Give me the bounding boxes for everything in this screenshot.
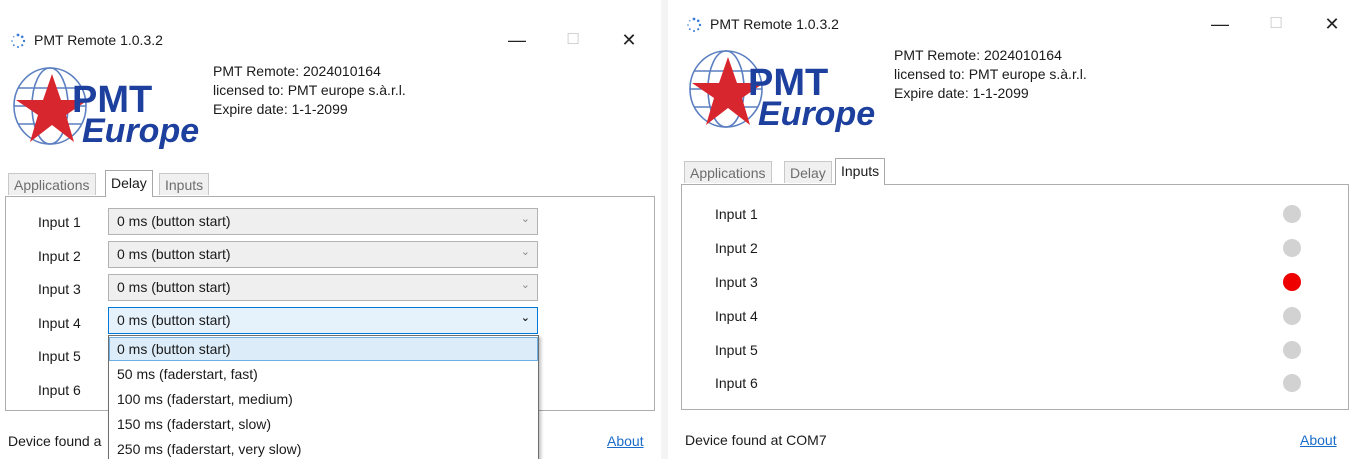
status-led-icon <box>1283 273 1301 291</box>
tab-delay[interactable]: Delay <box>105 170 153 197</box>
license-owner: licensed to: PMT europe s.à.r.l. <box>213 82 406 98</box>
delay-label-input-5: Input 5 <box>38 348 81 364</box>
license-serial: PMT Remote: 2024010164 <box>894 47 1062 63</box>
license-serial: PMT Remote: 2024010164 <box>213 63 381 79</box>
delay-select-value: 0 ms (button start) <box>117 279 231 295</box>
delay-select-value: 0 ms (button start) <box>117 246 231 262</box>
dropdown-option[interactable]: 0 ms (button start) <box>109 337 538 361</box>
delay-label-input-1: Input 1 <box>38 214 81 230</box>
tab-applications[interactable]: Applications <box>684 161 772 183</box>
status-led-icon <box>1283 374 1301 392</box>
delay-select-value: 0 ms (button start) <box>117 213 231 229</box>
right-window: PMT Remote 1.0.3.2 — ☐ ✕ PMT Europe PMT … <box>668 0 1362 459</box>
title-bar[interactable]: PMT Remote 1.0.3.2 — ☐ ✕ <box>668 0 1362 40</box>
chevron-down-icon: ⌄ <box>520 279 530 291</box>
license-info: PMT Remote: 2024010164 licensed to: PMT … <box>894 46 1087 103</box>
tab-inputs[interactable]: Inputs <box>835 158 886 185</box>
minimize-icon[interactable]: — <box>494 24 540 56</box>
input-label-2: Input 2 <box>715 240 758 256</box>
tab-applications[interactable]: Applications <box>8 173 96 195</box>
delay-label-input-6: Input 6 <box>38 382 81 398</box>
close-icon[interactable]: ✕ <box>606 24 652 56</box>
dropdown-option[interactable]: 250 ms (faderstart, very slow) <box>109 437 538 459</box>
chevron-down-icon: ⌄ <box>520 246 530 258</box>
delay-select-input-2[interactable]: 0 ms (button start) ⌄ <box>108 241 538 268</box>
tab-strip: Applications Delay Inputs <box>684 158 1344 185</box>
input-label-1: Input 1 <box>715 206 758 222</box>
delay-select-input-3[interactable]: 0 ms (button start) ⌄ <box>108 274 538 301</box>
status-led-icon <box>1283 341 1301 359</box>
left-window: PMT Remote 1.0.3.2 — ☐ ✕ PMT Europe PMT … <box>0 0 661 459</box>
title-bar[interactable]: PMT Remote 1.0.3.2 — ☐ ✕ <box>0 0 661 50</box>
dropdown-option[interactable]: 100 ms (faderstart, medium) <box>109 387 538 411</box>
license-expire: Expire date: 1-1-2099 <box>894 85 1029 101</box>
app-loading-icon <box>687 17 702 32</box>
window-title: PMT Remote 1.0.3.2 <box>710 16 839 32</box>
minimize-icon[interactable]: — <box>1197 8 1243 40</box>
delay-select-input-1[interactable]: 0 ms (button start) ⌄ <box>108 208 538 235</box>
device-status: Device found at COM7 <box>685 432 827 448</box>
input-label-4: Input 4 <box>715 308 758 324</box>
maximize-icon[interactable]: ☐ <box>1253 8 1299 40</box>
delay-label-input-4: Input 4 <box>38 315 81 331</box>
delay-select-input-4[interactable]: 0 ms (button start) ⌄ <box>108 307 538 334</box>
input-label-3: Input 3 <box>715 274 758 290</box>
app-loading-icon <box>11 33 26 48</box>
delay-label-input-2: Input 2 <box>38 248 81 264</box>
window-gap <box>661 0 668 459</box>
dropdown-option[interactable]: 50 ms (faderstart, fast) <box>109 362 538 386</box>
inputs-panel <box>681 184 1349 410</box>
license-owner: licensed to: PMT europe s.à.r.l. <box>894 66 1087 82</box>
status-led-icon <box>1283 239 1301 257</box>
tab-strip: Applications Delay Inputs <box>8 170 648 197</box>
logo-text-europe: Europe <box>758 95 875 133</box>
close-icon[interactable]: ✕ <box>1309 8 1355 40</box>
delay-label-input-3: Input 3 <box>38 281 81 297</box>
dropdown-option[interactable]: 150 ms (faderstart, slow) <box>109 412 538 436</box>
delay-dropdown-list: 0 ms (button start) 50 ms (faderstart, f… <box>108 335 539 459</box>
about-link[interactable]: About <box>607 433 644 449</box>
input-label-5: Input 5 <box>715 342 758 358</box>
window-title: PMT Remote 1.0.3.2 <box>34 32 163 48</box>
status-led-icon <box>1283 307 1301 325</box>
chevron-down-icon: ⌄ <box>520 213 530 225</box>
license-expire: Expire date: 1-1-2099 <box>213 101 348 117</box>
maximize-icon[interactable]: ☐ <box>550 24 596 56</box>
about-link[interactable]: About <box>1300 432 1337 448</box>
pmt-europe-logo: PMT Europe <box>13 67 199 150</box>
device-status: Device found a <box>8 433 102 449</box>
status-led-icon <box>1283 205 1301 223</box>
pmt-europe-logo: PMT Europe <box>689 50 875 133</box>
tab-inputs[interactable]: Inputs <box>159 173 210 195</box>
delay-select-value: 0 ms (button start) <box>117 312 231 328</box>
chevron-down-icon: ⌄ <box>520 312 530 324</box>
input-label-6: Input 6 <box>715 375 758 391</box>
logo-text-europe: Europe <box>82 112 199 150</box>
license-info: PMT Remote: 2024010164 licensed to: PMT … <box>213 62 406 119</box>
tab-delay[interactable]: Delay <box>784 161 832 183</box>
